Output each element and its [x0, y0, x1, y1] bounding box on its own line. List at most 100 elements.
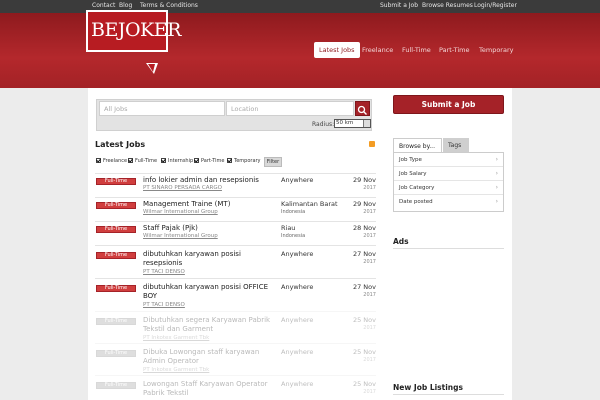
- radius-label: Radius:: [312, 121, 335, 128]
- job-listing-row[interactable]: Full-Time Dibuka Lowongan staff karyawan…: [95, 343, 376, 375]
- browse-item-label: Job Category: [399, 185, 435, 191]
- browse-resumes-link[interactable]: Browse Resumes: [422, 2, 473, 9]
- job-type-badge: Full-Time: [96, 350, 136, 357]
- chevron-down-icon: [363, 120, 370, 127]
- nav-part-time[interactable]: Part-Time: [434, 42, 475, 58]
- job-title[interactable]: info lokier admin dan resepsionis: [143, 176, 281, 185]
- checkbox-checked-icon: [227, 158, 232, 163]
- company-name[interactable]: PT Inkotex Garment Tbk: [143, 367, 209, 373]
- job-title[interactable]: Dibuka Lowongan staff karyawan Admin Ope…: [143, 348, 281, 366]
- job-date: 25 Nov: [352, 348, 376, 356]
- job-listing-row[interactable]: Full-Time info lokier admin dan resepsio…: [95, 173, 376, 197]
- job-location: Riau: [281, 224, 296, 232]
- job-year: 2017: [363, 325, 376, 331]
- job-title[interactable]: dibutuhkan karyawan posisi resepsionis: [143, 250, 281, 268]
- company-name[interactable]: PT Inkotex Garment Tbk: [143, 335, 209, 341]
- submit-job-link[interactable]: Submit a Job: [380, 2, 418, 9]
- job-year: 2017: [363, 357, 376, 363]
- logo-speech-tail-fill: [148, 64, 155, 72]
- browse-job-salary[interactable]: Job Salary ›: [394, 167, 503, 181]
- job-listing-row[interactable]: Full-Time dibutuhkan karyawan posisi res…: [95, 245, 376, 278]
- job-location: Anywhere: [281, 348, 314, 356]
- browse-job-type[interactable]: Job Type ›: [394, 153, 503, 167]
- job-type-badge: Full-Time: [96, 285, 136, 292]
- job-year: 2017: [363, 259, 376, 265]
- submit-job-button[interactable]: Submit a Job: [393, 95, 504, 114]
- tab-tags[interactable]: Tags: [443, 138, 469, 153]
- radius-select[interactable]: 50 km: [334, 119, 371, 128]
- logo-text: BEJOKER: [91, 19, 181, 41]
- browse-date-posted[interactable]: Date posted ›: [394, 195, 503, 209]
- chevron-right-icon: ›: [495, 156, 498, 163]
- blog-link[interactable]: Blog: [119, 2, 132, 9]
- job-title[interactable]: Management Traine (MT): [143, 200, 281, 209]
- job-year: 2017: [363, 389, 376, 395]
- job-listing-row[interactable]: Full-Time dibutuhkan karyawan posisi OFF…: [95, 278, 376, 311]
- filter-freelance[interactable]: Freelance: [96, 158, 127, 164]
- divider: [393, 394, 504, 395]
- job-listing-row[interactable]: Full-Time Management Traine (MT) Wilmar …: [95, 197, 376, 221]
- filter-label: Internship: [168, 158, 194, 164]
- new-job-listings-title: New Job Listings: [393, 383, 463, 392]
- job-location: Anywhere: [281, 176, 314, 184]
- filter-label: Temporary: [234, 158, 261, 164]
- rss-icon[interactable]: [369, 141, 375, 147]
- checkbox-checked-icon: [161, 158, 166, 163]
- job-location: Kalimantan Barat: [281, 200, 338, 208]
- search-icon: [357, 105, 367, 115]
- company-name[interactable]: Wilmar International Group: [143, 233, 218, 239]
- job-country: Indonesia: [281, 233, 306, 239]
- terms-link[interactable]: Terms & Conditions: [140, 2, 198, 9]
- job-year: 2017: [363, 209, 376, 215]
- search-button[interactable]: [355, 101, 370, 116]
- ads-title: Ads: [393, 237, 409, 246]
- job-listing-row[interactable]: Full-Time Staff Pajak (Pjk) Wilmar Inter…: [95, 221, 376, 245]
- browse-item-label: Date posted: [399, 199, 433, 205]
- job-location: Anywhere: [281, 380, 314, 388]
- job-type-badge: Full-Time: [96, 202, 136, 209]
- job-type-badge: Full-Time: [96, 178, 136, 185]
- chevron-right-icon: ›: [495, 198, 498, 205]
- filter-label: Full-Time: [135, 158, 158, 164]
- filter-internship[interactable]: Internship: [161, 158, 193, 164]
- browse-item-label: Job Type: [399, 157, 422, 163]
- job-date: 25 Nov: [352, 380, 376, 388]
- job-date: 25 Nov: [352, 316, 376, 324]
- filter-label: Freelance: [103, 158, 128, 164]
- nav-temporary[interactable]: Temporary: [474, 42, 518, 58]
- filter-temporary[interactable]: Temporary: [227, 158, 261, 164]
- job-title[interactable]: Lowongan Staff Karyawan Operator Pabrik …: [143, 380, 281, 398]
- tab-browse-by[interactable]: Browse by...: [393, 138, 442, 153]
- chevron-right-icon: ›: [495, 170, 498, 177]
- contact-link[interactable]: Contact: [92, 2, 115, 9]
- job-date: 27 Nov: [352, 283, 376, 291]
- chevron-right-icon: ›: [495, 184, 498, 191]
- job-date: 28 Nov: [352, 224, 376, 232]
- job-location: Anywhere: [281, 283, 314, 291]
- job-title[interactable]: Staff Pajak (Pjk): [143, 224, 281, 233]
- job-listing-row[interactable]: Full-Time Lowongan Staff Karyawan Operat…: [95, 375, 376, 400]
- browse-job-category[interactable]: Job Category ›: [394, 181, 503, 195]
- nav-latest-jobs[interactable]: Latest Jobs: [314, 42, 360, 58]
- login-register-link[interactable]: Login/Register: [474, 2, 517, 9]
- nav-freelance[interactable]: Freelance: [357, 42, 398, 58]
- company-name[interactable]: Wilmar International Group: [143, 209, 218, 215]
- checkbox-checked-icon: [128, 158, 133, 163]
- filter-full-time[interactable]: Full-Time: [128, 158, 157, 164]
- latest-jobs-title: Latest Jobs: [95, 140, 146, 149]
- job-year: 2017: [363, 292, 376, 298]
- company-name[interactable]: PT TACI DENSO: [143, 302, 185, 308]
- job-date: 29 Nov: [352, 176, 376, 184]
- keyword-search-input[interactable]: All Jobs: [99, 101, 225, 116]
- job-title[interactable]: Dibutuhkan segera Karyawan Pabrik Teksti…: [143, 316, 281, 334]
- job-listing-row[interactable]: Full-Time Dibutuhkan segera Karyawan Pab…: [95, 311, 376, 343]
- site-logo[interactable]: BEJOKER: [86, 10, 181, 52]
- filter-button[interactable]: Filter: [264, 157, 282, 167]
- company-name[interactable]: PT SINARO PERSADA CARGO: [143, 185, 222, 191]
- filter-part-time[interactable]: Part-Time: [194, 158, 224, 164]
- nav-full-time[interactable]: Full-Time: [397, 42, 436, 58]
- job-title[interactable]: dibutuhkan karyawan posisi OFFICE BOY: [143, 283, 281, 301]
- company-name[interactable]: PT TACI DENSO: [143, 269, 185, 275]
- location-search-input[interactable]: Location: [226, 101, 354, 116]
- job-date: 27 Nov: [352, 250, 376, 258]
